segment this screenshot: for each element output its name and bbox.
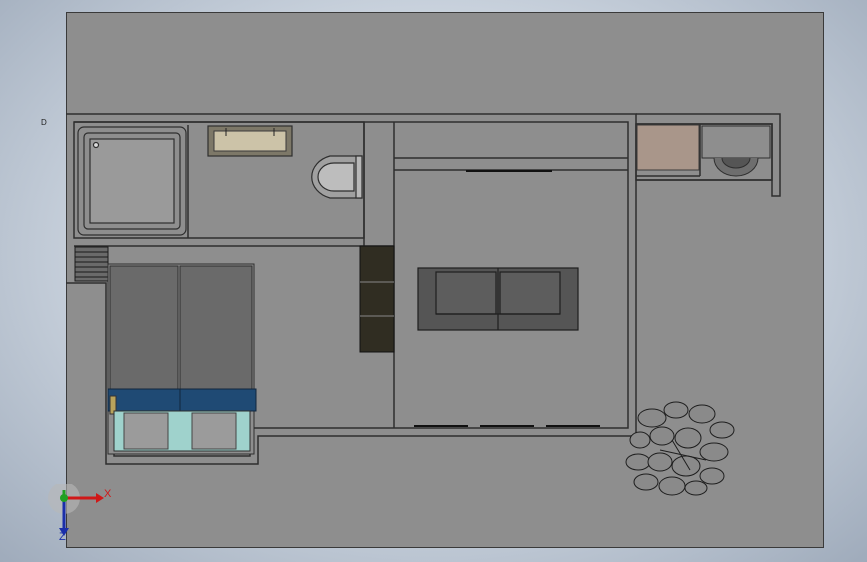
plant-icon (625, 401, 735, 496)
floor-plan-drawing[interactable] (66, 12, 824, 548)
wardrobe-unit (636, 124, 700, 171)
corner-marker-label: D (41, 118, 47, 127)
toilet-icon (311, 155, 363, 199)
axis-x-label: X (104, 488, 112, 500)
triad-axis-icon[interactable]: X Z (44, 484, 114, 544)
sink-counter (207, 125, 293, 157)
cad-viewport[interactable]: D X Z (0, 0, 867, 562)
washing-machine-icon (701, 125, 771, 177)
axis-z-label: Z (59, 531, 66, 543)
sofa-icon (417, 267, 579, 331)
floor-plan-sheet (66, 12, 824, 548)
bed-icon (107, 263, 257, 455)
vent-grille (74, 246, 109, 282)
shower-tray-icon (77, 126, 187, 236)
cabinet (359, 245, 395, 353)
